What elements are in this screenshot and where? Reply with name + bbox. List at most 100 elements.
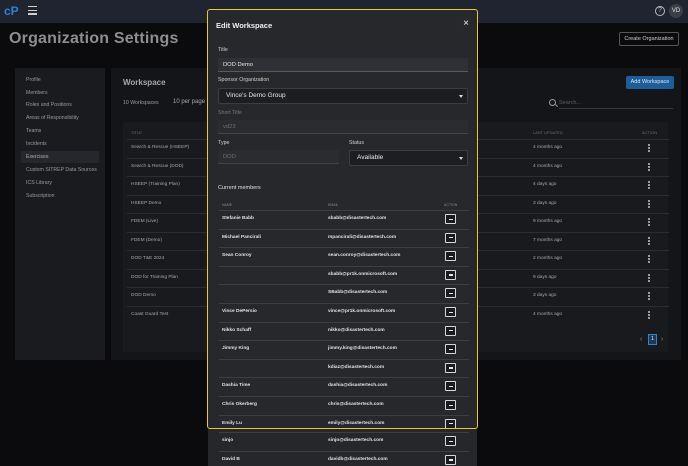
sidebar-item-areas[interactable]: Areas of Responsibility [15, 112, 99, 124]
member-row-divider [219, 303, 469, 304]
remove-member-button[interactable] [445, 400, 456, 410]
member-name: Emily Lu [222, 420, 242, 426]
table-row-title[interactable]: DOD for Training Plan [131, 275, 178, 280]
table-row-title[interactable]: Coast Guard Test [131, 312, 168, 317]
member-email: sinjo@disastertech.com [328, 438, 384, 444]
member-row-divider [219, 321, 469, 323]
chevron-down-icon [459, 157, 463, 160]
member-row-divider [219, 358, 469, 360]
column-header-title: TITLE [131, 130, 142, 135]
status-label: Status [349, 140, 365, 146]
pagination-current-page[interactable]: 1 [648, 334, 657, 345]
remove-member-button[interactable] [445, 381, 456, 392]
table-row-title[interactable]: Search & Rescue (DOD) [131, 164, 184, 169]
sidebar-item-subscription[interactable]: Subscription [15, 190, 99, 202]
short-title-label: Short Title [218, 110, 242, 116]
avatar[interactable]: VD [669, 4, 683, 18]
member-name: Nikko Schaff [222, 327, 252, 333]
member-email: jimmy.king@disastertech.com [328, 346, 397, 352]
app-logo-icon[interactable]: cP [4, 4, 20, 18]
remove-member-button[interactable] [445, 288, 456, 299]
modal-title: Edit Workspace [216, 21, 273, 30]
pagination-prev-icon[interactable]: ‹ [640, 336, 642, 343]
status-value: Available [357, 154, 384, 161]
type-field[interactable]: DOD [218, 150, 339, 164]
short-title-field[interactable]: vd23 [218, 120, 468, 134]
table-row-title[interactable]: HSEEP (Training Plan) [131, 182, 180, 187]
member-email: sean.conroy@disastertech.com [328, 253, 401, 259]
pagination-next-icon[interactable]: › [661, 336, 663, 343]
table-row-updated: 2 months ago [533, 256, 563, 261]
table-row-title[interactable]: FDEM (Demo) [131, 238, 162, 243]
sponsor-organization-select[interactable]: Vince's Demo Group [218, 88, 468, 104]
sidebar-item-exercises[interactable]: Exercises [21, 151, 99, 163]
table-row-title[interactable]: HSEEP Demo [131, 201, 161, 206]
sidebar-item-ics-library[interactable]: ICS Library [15, 177, 99, 189]
sidebar-item-roles[interactable]: Roles and Positions [15, 99, 99, 111]
sidebar-item-teams[interactable]: Teams [15, 125, 99, 137]
search-icon [549, 99, 556, 106]
row-actions-kebab-icon[interactable] [647, 162, 651, 173]
sidebar-item-incidents[interactable]: Incidents [15, 138, 99, 150]
row-actions-kebab-icon[interactable] [647, 273, 651, 284]
table-row-updated: 7 months ago [533, 237, 563, 243]
table-row-updated: 9 days ago [533, 274, 557, 280]
page-title: Organization Settings [9, 30, 179, 47]
member-row-divider [219, 396, 469, 397]
status-select[interactable]: Available [349, 150, 468, 166]
sidebar-item-members[interactable]: Members [15, 87, 99, 99]
create-organization-button[interactable]: Create Organization [619, 32, 679, 46]
member-row-divider [219, 450, 469, 452]
row-actions-kebab-icon[interactable] [647, 310, 651, 321]
row-actions-kebab-icon[interactable] [647, 144, 651, 154]
remove-member-button[interactable] [445, 344, 456, 355]
table-row-title[interactable]: FDEM (Live) [131, 219, 158, 224]
table-row-title[interactable]: DOD T&E 2024 [131, 256, 164, 261]
row-actions-kebab-icon[interactable] [647, 292, 651, 302]
per-page-select[interactable]: 10 per page [173, 99, 205, 105]
remove-member-button[interactable] [445, 436, 456, 447]
remove-member-button[interactable] [445, 454, 456, 465]
close-icon[interactable]: × [461, 19, 471, 29]
remove-member-button[interactable] [445, 232, 456, 243]
table-row-updated: 3 days ago [533, 293, 557, 298]
member-row-divider [219, 265, 469, 267]
table-row-updated: 4 days ago [533, 182, 557, 187]
members-header-email: EMAIL [328, 203, 339, 207]
member-row-divider [219, 432, 469, 434]
member-email: vince@pr1k.onmicrosoft.com [328, 309, 396, 314]
current-members-heading: Current members [218, 185, 261, 191]
help-icon[interactable]: ? [655, 6, 665, 16]
members-header-action: ACTION [444, 203, 458, 207]
add-workspace-button[interactable]: Add Workspace [626, 76, 674, 89]
row-actions-kebab-icon[interactable] [647, 255, 651, 265]
member-name: Sean Conroy [222, 253, 252, 259]
remove-member-button[interactable] [445, 251, 456, 262]
title-field[interactable]: DOD Demo [218, 58, 468, 72]
remove-member-button[interactable] [445, 418, 456, 428]
sidebar-item-profile[interactable]: Profile [15, 74, 99, 86]
remove-member-button[interactable] [445, 269, 456, 280]
row-actions-kebab-icon[interactable] [647, 181, 651, 191]
row-actions-kebab-icon[interactable] [647, 218, 651, 228]
hamburger-menu-icon[interactable] [28, 6, 37, 16]
member-row-divider [219, 210, 469, 211]
remove-member-button[interactable] [445, 362, 456, 373]
table-row-title[interactable]: Search & Rescue (HSEEP) [131, 145, 189, 150]
table-row-updated: 3 days ago [533, 200, 557, 206]
member-row-divider [219, 247, 469, 249]
sidebar-item-custom-sitrep[interactable]: Custom SITREP Data Sources [15, 164, 99, 176]
member-row-divider [219, 377, 469, 379]
table-row-updated: 4 months ago [533, 145, 563, 150]
remove-member-button[interactable] [445, 325, 456, 336]
member-row-divider [219, 228, 469, 230]
members-header-name: NAME [222, 203, 233, 207]
member-email: chris@disastertech.com [328, 402, 384, 407]
row-actions-kebab-icon[interactable] [647, 236, 651, 247]
remove-member-button[interactable] [445, 307, 456, 317]
remove-member-button[interactable] [445, 214, 456, 224]
edit-workspace-modal: Edit Workspace × Title DOD Demo Sponsor … [207, 9, 478, 429]
row-actions-kebab-icon[interactable] [647, 199, 651, 210]
table-row-title[interactable]: DOD Demo [131, 293, 156, 298]
search-input[interactable] [559, 97, 673, 109]
